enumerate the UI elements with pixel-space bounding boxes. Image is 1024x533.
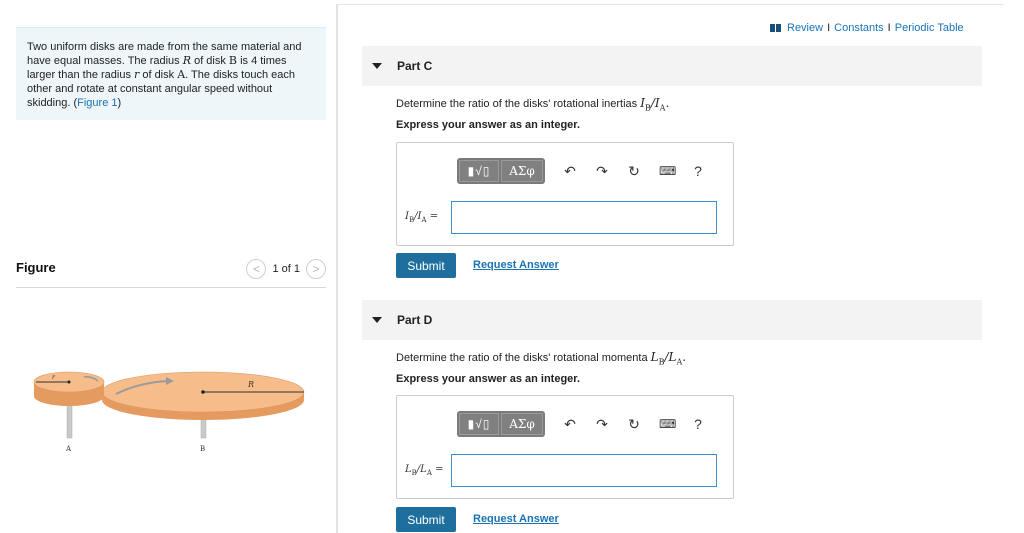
problem-text: of disk <box>139 69 178 81</box>
prompt-text: Determine the ratio of the disks' rotati… <box>396 352 651 364</box>
keyboard-icon[interactable]: ⌨ <box>659 164 676 178</box>
part-c-equation-label: IB/IA = <box>405 211 439 224</box>
templates-button[interactable]: ▮√▯ <box>459 160 499 182</box>
figure-page-indicator: 1 of 1 <box>272 263 300 275</box>
part-d-header[interactable]: Part D <box>362 300 982 340</box>
problem-text: ) <box>117 97 122 109</box>
help-icon[interactable]: ? <box>691 416 705 432</box>
undo-icon[interactable]: ↶ <box>563 416 577 433</box>
part-d-equation-label: LB/LA = <box>405 464 444 477</box>
prompt-math: LB/LA. <box>650 350 687 367</box>
disks-figure: r R A B <box>33 371 305 453</box>
figure-pager: < 1 of 1 > <box>246 259 326 279</box>
figure-title: Figure <box>16 260 56 275</box>
periodic-table-link[interactable]: Periodic Table <box>895 22 964 34</box>
templates-button[interactable]: ▮√▯ <box>459 413 499 435</box>
review-link[interactable]: Review <box>787 22 823 34</box>
book-icon <box>770 24 781 32</box>
collapse-triangle-icon[interactable] <box>372 317 382 323</box>
problem-statement: Two uniform disks are made from the same… <box>16 27 326 120</box>
collapse-triangle-icon[interactable] <box>372 63 382 69</box>
label-A: A <box>65 445 72 453</box>
template-group: ▮√▯ ΑΣφ <box>457 411 545 437</box>
symbol-R: R <box>182 54 192 67</box>
greek-symbols-button[interactable]: ΑΣφ <box>501 160 543 182</box>
part-d-answer-input[interactable] <box>451 454 717 487</box>
part-c-prompt: Determine the ratio of the disks' rotati… <box>396 96 669 112</box>
label-B: B <box>200 445 205 453</box>
help-icon[interactable]: ? <box>691 163 705 179</box>
part-d-request-answer-link[interactable]: Request Answer <box>473 513 559 525</box>
part-c-answer-editor: ▮√▯ ΑΣφ ↶ ↷ ↻ ⌨ ? IB/IA = <box>396 142 734 246</box>
symbol-B: B <box>228 54 238 67</box>
part-d-instruction: Express your answer as an integer. <box>396 373 581 385</box>
keyboard-icon[interactable]: ⌨ <box>659 417 676 431</box>
part-c-title: Part C <box>397 59 433 73</box>
figure-header: Figure < 1 of 1 > <box>16 258 326 288</box>
math-toolbar: ▮√▯ ΑΣφ ↶ ↷ ↻ ⌨ ? <box>457 411 705 437</box>
prompt-text: Determine the ratio of the disks' rotati… <box>396 98 641 110</box>
part-c-answer-input[interactable] <box>451 201 717 234</box>
next-figure-button[interactable]: > <box>306 259 326 279</box>
top-divider <box>338 4 1004 5</box>
part-c-submit-button[interactable]: Submit <box>396 253 456 278</box>
math-toolbar: ▮√▯ ΑΣφ ↶ ↷ ↻ ⌨ ? <box>457 158 705 184</box>
prompt-math: IB/IA. <box>640 96 670 113</box>
part-d-title: Part D <box>397 313 433 327</box>
center-b <box>201 390 205 394</box>
label-R: R <box>247 380 254 389</box>
part-d-answer-editor: ▮√▯ ΑΣφ ↶ ↷ ↻ ⌨ ? LB/LA = <box>396 395 734 499</box>
redo-icon[interactable]: ↷ <box>595 416 609 433</box>
prev-figure-button[interactable]: < <box>246 259 267 279</box>
review-links: Review I Constants I Periodic Table <box>770 22 964 34</box>
axle-a <box>66 403 73 439</box>
symbol-A: A <box>177 68 186 81</box>
center-a <box>67 380 71 384</box>
redo-icon[interactable]: ↷ <box>595 163 609 180</box>
constants-link[interactable]: Constants <box>834 22 884 34</box>
separator: I <box>887 22 891 34</box>
part-c-header[interactable]: Part C <box>362 46 982 86</box>
greek-symbols-button[interactable]: ΑΣφ <box>501 413 543 435</box>
column-divider <box>336 4 338 533</box>
reset-icon[interactable]: ↻ <box>627 416 641 433</box>
part-c-request-answer-link[interactable]: Request Answer <box>473 259 559 271</box>
undo-icon[interactable]: ↶ <box>563 163 577 180</box>
part-d: Part D Determine the ratio of the disks'… <box>362 300 982 533</box>
problem-text: of disk <box>191 55 229 67</box>
part-c-instruction: Express your answer as an integer. <box>396 119 581 131</box>
part-d-submit-button[interactable]: Submit <box>396 507 456 532</box>
reset-icon[interactable]: ↻ <box>627 163 641 180</box>
separator: I <box>827 22 831 34</box>
part-d-prompt: Determine the ratio of the disks' rotati… <box>396 350 686 366</box>
template-group: ▮√▯ ΑΣφ <box>457 158 545 184</box>
figure-link[interactable]: Figure 1 <box>77 97 117 109</box>
part-c: Part C Determine the ratio of the disks'… <box>362 46 982 291</box>
